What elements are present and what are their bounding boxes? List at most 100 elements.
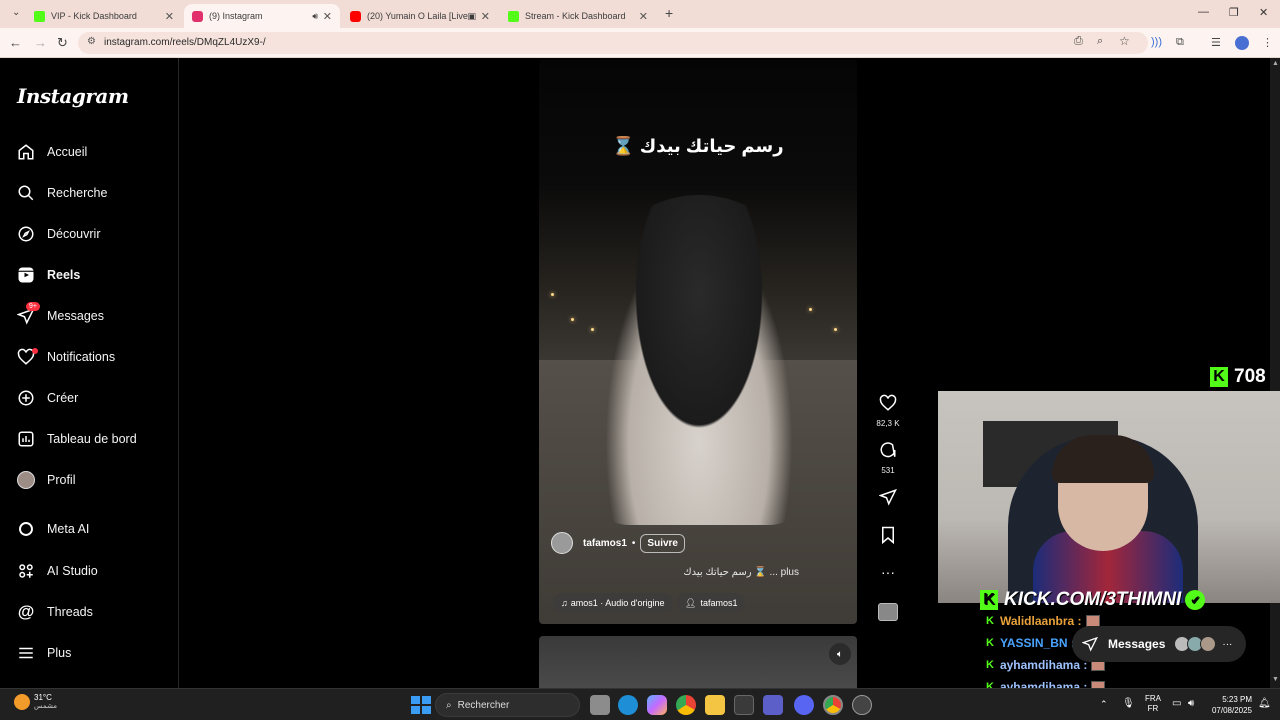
extension-wave-icon[interactable]: ))) [1151,36,1162,48]
sidebar-item-tableau-de-bord[interactable]: Tableau de bord [16,426,166,452]
reading-list-icon[interactable]: ☰ [1211,36,1221,49]
url-text[interactable]: instagram.com/reels/DMqZL4UzX9-/ [104,37,266,48]
sidebar-item-creer[interactable]: Créer [16,385,166,411]
notification-bell-icon[interactable]: 🔔︎ [1258,698,1271,709]
tab-vip-kick-dashboard[interactable]: VIP - Kick Dashboard ✕ [26,4,182,28]
comment-button[interactable]: 531 [872,441,904,475]
tagged-user-chip[interactable]: 👤︎ tafamos1 [677,593,746,613]
close-window-icon[interactable]: ✕ [1259,6,1268,19]
task-view-icon[interactable] [590,695,610,715]
send-icon [878,488,897,506]
heart-icon [879,394,897,411]
close-tab-icon[interactable]: ✕ [165,10,174,23]
follow-button[interactable]: Suivre [640,533,685,553]
new-tab-button[interactable]: + [665,5,673,21]
chat-message: K Walidlaanbra : [986,614,1100,628]
heart-icon [16,347,38,367]
more-options-button[interactable]: ··· [872,564,904,580]
media-icon[interactable]: ▣ [467,11,476,22]
sidebar-item-label: Reels [47,268,81,282]
tab-title: (9) Instagram [209,11,263,21]
sidebar-item-reels[interactable]: Reels [16,262,166,288]
file-explorer-icon[interactable] [705,695,725,715]
next-reel-video[interactable] [539,636,857,688]
reel-video[interactable]: رسم حياتك بيدك ⌛ tafamos1 • Suivre رسم ح… [539,60,857,624]
app-icon[interactable] [852,695,872,715]
tab-search-icon[interactable]: ⌄ [12,7,20,18]
taskbar-search[interactable]: ⌕ Rechercher [435,693,580,717]
sidebar-item-plus[interactable]: Plus [16,640,166,666]
discord-icon[interactable] [794,695,814,715]
meta-ai-icon [16,519,36,539]
messages-popup-button[interactable]: Messages ··· [1072,626,1246,662]
sidebar-item-notifications[interactable]: Notifications [16,344,166,370]
microphone-icon[interactable]: 🎙︎ [1122,698,1135,709]
sidebar-item-label: Accueil [47,145,88,159]
tray-chevron-icon[interactable]: ⌃ [1100,699,1108,710]
sidebar-item-accueil[interactable]: Accueil [16,139,166,165]
tab-stream-kick-dashboard[interactable]: Stream - Kick Dashboard ✕ [500,4,656,28]
zoom-icon[interactable]: ⌕ [1097,35,1103,48]
send-icon: 9+ [16,302,40,326]
extensions-icon[interactable]: ⧉ [1176,36,1184,49]
minimize-icon[interactable]: — [1198,6,1209,18]
chrome-icon[interactable] [676,695,696,715]
sidebar-item-threads[interactable]: @ Threads [16,599,166,625]
bookmark-star-icon[interactable]: ☆ [1119,34,1130,48]
site-info-icon[interactable]: ⚙ [87,36,96,47]
restore-icon[interactable]: ❐ [1229,6,1239,19]
install-icon[interactable]: ⎙ [1074,35,1083,48]
reload-icon[interactable]: ↻ [57,35,68,51]
sidebar-item-recherche[interactable]: Recherche [16,180,166,206]
save-button[interactable] [872,526,904,549]
avatar-icon [16,470,36,490]
audio-thumbnail-button[interactable] [872,603,904,626]
sidebar-item-label: Découvrir [47,227,101,241]
chrome-active-icon[interactable] [823,695,843,715]
plus-square-icon [16,388,36,408]
next-reel-mute-button[interactable]: 🔈︎ [829,643,851,665]
like-button[interactable]: 82,3 K [872,394,904,428]
scroll-up-icon[interactable]: ▲ [1272,60,1279,67]
notification-dot [32,348,38,354]
edge-icon[interactable] [618,695,638,715]
tab-instagram[interactable]: (9) Instagram 🔊︎ ✕ [184,4,340,28]
copilot-icon[interactable] [647,695,667,715]
sidebar-item-decouvrir[interactable]: Découvrir [16,221,166,247]
windows-start-icon[interactable] [410,695,431,715]
teams-icon[interactable] [763,695,783,715]
close-tab-icon[interactable]: ✕ [481,10,490,23]
address-bar[interactable]: ⚙ instagram.com/reels/DMqZL4UzX9-/ ⎙ ⌕ ☆ [78,32,1148,54]
scroll-down-icon[interactable]: ▼ [1272,676,1279,683]
weather-widget[interactable]: 31°C مشمس [14,693,57,710]
reel-description[interactable]: رسم حياتك بيدك ⌛ ... plus [683,567,799,578]
dashboard-icon [16,429,36,449]
clock-time: 5:23 PM [1222,695,1252,704]
close-tab-icon[interactable]: ✕ [639,10,648,23]
profile-icon[interactable] [1235,36,1249,50]
network-icon[interactable]: ▭ [1172,698,1181,709]
instagram-logo[interactable]: Instagram [17,84,129,108]
tab-title: Stream - Kick Dashboard [525,11,626,21]
close-tab-icon[interactable]: ✕ [323,10,332,23]
author-avatar[interactable] [551,532,573,554]
audio-chip[interactable]: ♫ amos1 · Audio d'origine [553,593,673,613]
chrome-menu-icon[interactable]: ⋮ [1262,36,1273,49]
tab-youtube[interactable]: (20) Yumain O Laila [Live in ▣ ✕ [342,4,498,28]
sidebar-item-meta-ai[interactable]: Meta AI [16,516,166,542]
forward-icon[interactable]: → [34,35,47,50]
author-username[interactable]: tafamos1 [583,538,627,549]
back-icon[interactable]: ← [9,35,22,50]
youtube-favicon-icon [350,10,361,22]
clock-date: 07/08/2025 [1211,706,1252,715]
taskbar-clock[interactable]: 5:23 PM 07/08/2025 [1208,694,1252,716]
sidebar-item-ai-studio[interactable]: AI Studio [16,558,166,584]
store-icon[interactable] [734,695,754,715]
kick-url-text: KICK.COM/3THIMNI [1004,589,1182,610]
sidebar-item-profil[interactable]: Profil [16,467,166,493]
volume-icon[interactable]: 🔊︎ [1188,698,1194,709]
language-indicator[interactable]: FRA FR [1145,694,1161,714]
speaker-icon[interactable]: 🔊︎ [312,11,318,22]
share-button[interactable] [872,488,904,511]
sidebar-item-messages[interactable]: 9+ Messages [16,302,166,329]
